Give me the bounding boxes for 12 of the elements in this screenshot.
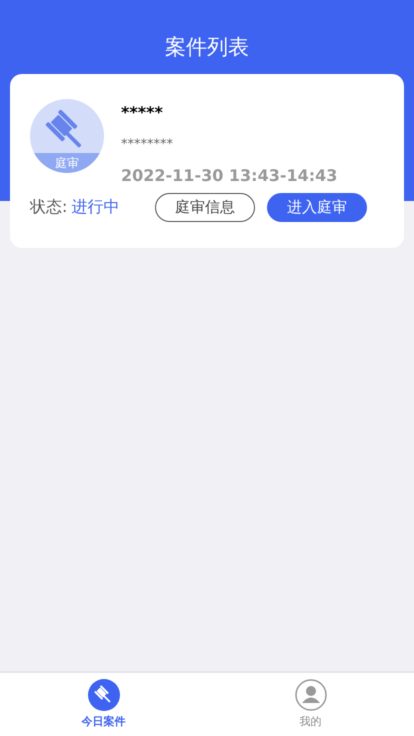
person-icon <box>294 679 326 711</box>
status-value: 进行中 <box>71 197 120 218</box>
info-button[interactable]: 庭审信息 <box>155 193 255 222</box>
page-title: 案件列表 <box>165 34 249 61</box>
case-title: ***** <box>121 103 164 122</box>
case-time: 2022-11-30 13:43-14:43 <box>121 166 338 185</box>
tab-item[interactable]: 今日案件 <box>0 673 207 736</box>
gavel-icon <box>88 679 120 711</box>
status-label: 状态: <box>30 197 68 218</box>
tab-item[interactable]: 我的 <box>207 673 414 736</box>
enter-button[interactable]: 进入庭审 <box>267 193 367 222</box>
case-subtitle: ******** <box>121 137 174 152</box>
